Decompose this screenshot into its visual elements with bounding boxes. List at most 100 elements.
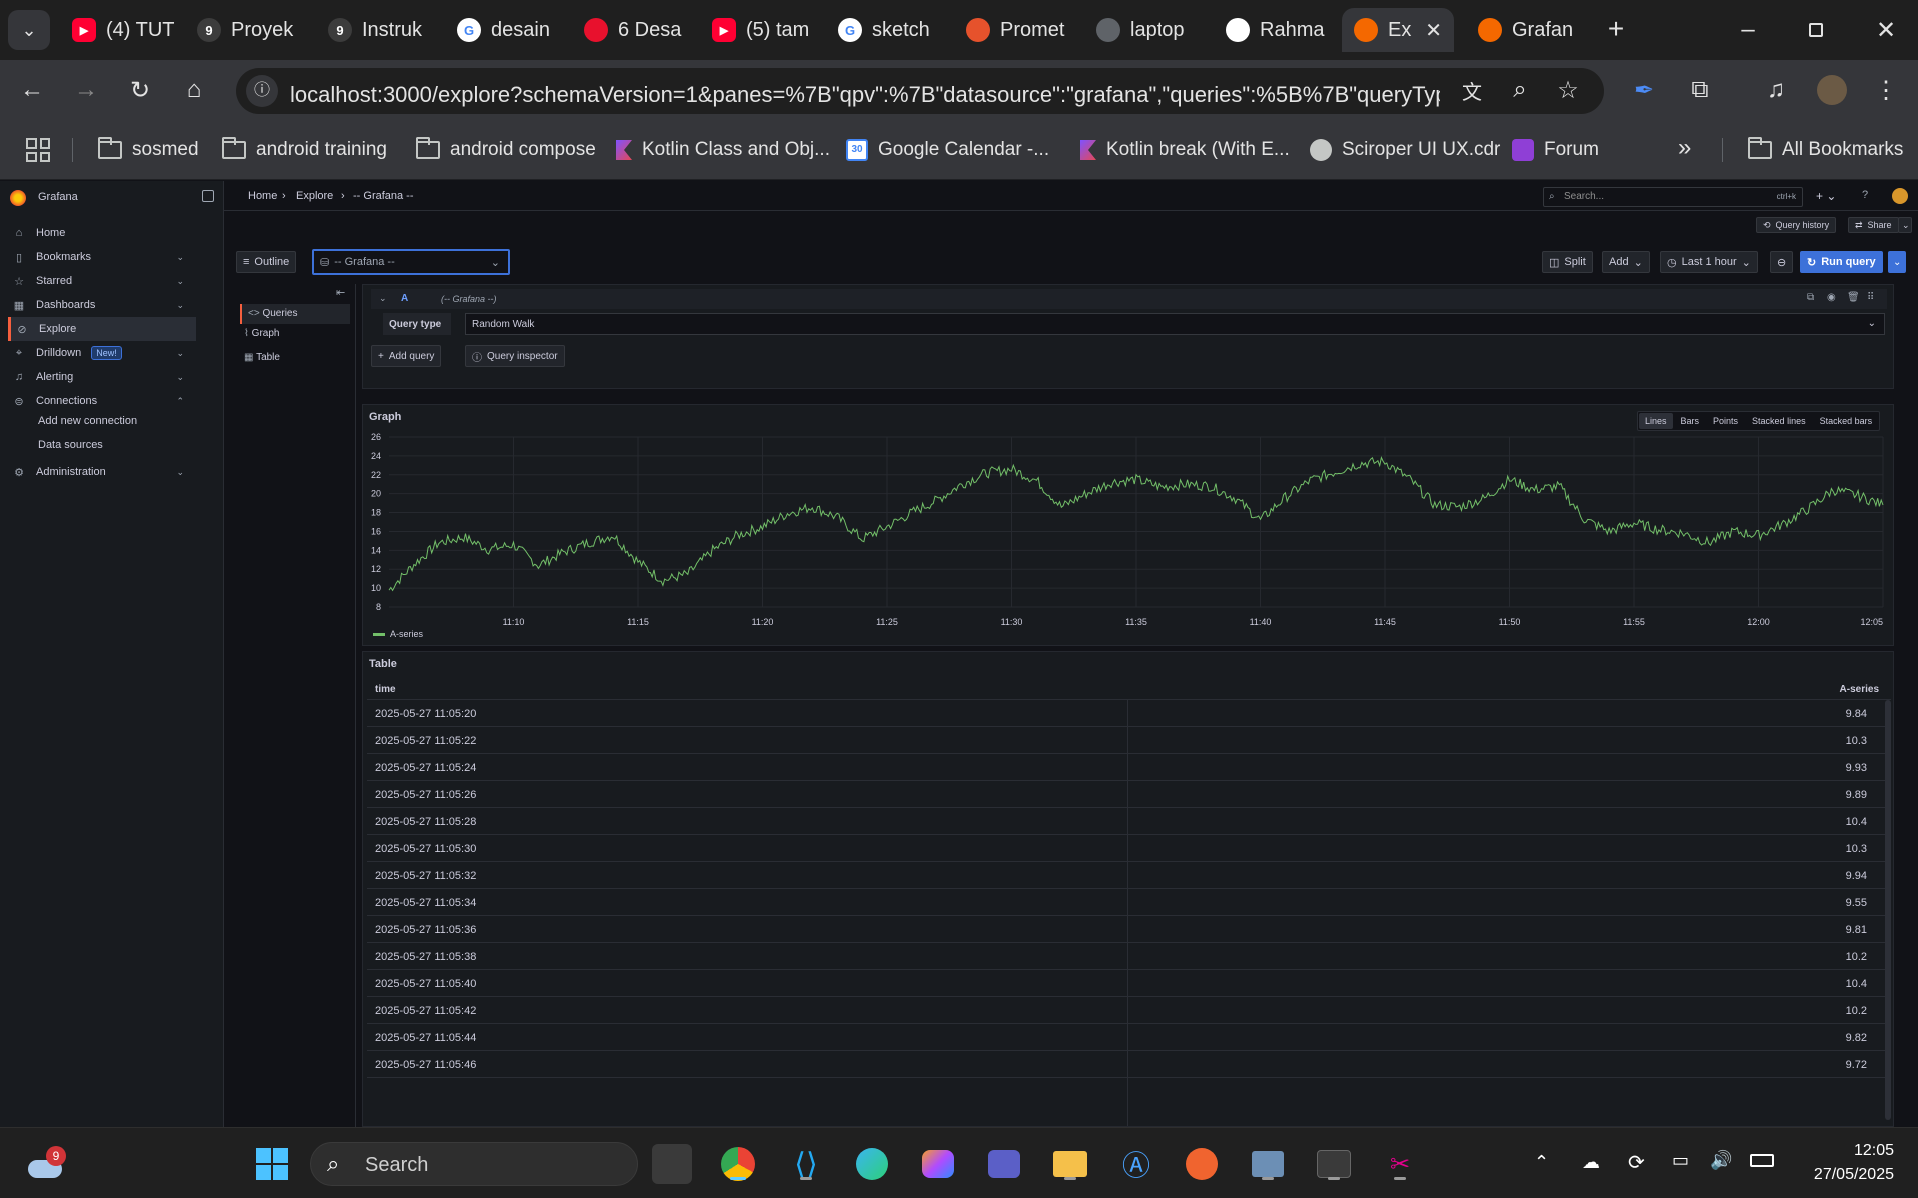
media-control-icon[interactable]: ♫ [1756, 70, 1796, 110]
hide-query-icon[interactable]: ◉ [1827, 292, 1836, 303]
browser-tab[interactable]: ▶ (5) tam [700, 8, 818, 52]
dock-menu-icon[interactable] [202, 190, 214, 202]
task-view-icon[interactable] [652, 1144, 692, 1184]
outline-item-table[interactable]: ▦ Table [244, 352, 280, 363]
chevron-down-icon[interactable]: ⌄ [176, 276, 184, 287]
query-inspector-button[interactable]: ⓘ Query inspector [465, 345, 565, 367]
table-row[interactable]: 2025-05-27 11:05:46 9.72 [367, 1051, 1887, 1078]
profile-avatar[interactable] [1812, 70, 1852, 110]
browser-tab[interactable]: laptop [1084, 8, 1206, 52]
zoom-out-button[interactable]: ⊖ [1770, 251, 1794, 273]
close-window-button[interactable]: ✕ [1866, 10, 1906, 50]
table-row[interactable]: 2025-05-27 11:05:44 9.82 [367, 1024, 1887, 1051]
minimize-button[interactable]: – [1728, 10, 1768, 50]
collapse-query-icon[interactable]: ⌄ [379, 293, 387, 304]
vscode-icon[interactable]: ⟨⟩ [786, 1144, 826, 1184]
split-button[interactable]: ◫ Split [1542, 251, 1593, 273]
chevron-down-icon[interactable]: ⌄ [176, 372, 184, 383]
sidebar-item-starred[interactable]: ☆ Starred ⌄ [8, 269, 196, 293]
battery-icon[interactable] [1750, 1154, 1774, 1167]
browser-tab[interactable]: Ex ✕ [1342, 8, 1454, 52]
query-history-button[interactable]: ⟲ Query history [1756, 217, 1837, 233]
bookmark-android-compose[interactable]: android compose [416, 136, 596, 164]
terminal-icon[interactable] [1314, 1144, 1354, 1184]
table-row[interactable]: 2025-05-27 11:05:28 10.4 [367, 808, 1887, 835]
volume-icon[interactable]: 🔊 [1710, 1150, 1732, 1171]
tab-search-button[interactable]: ⌄ [8, 10, 50, 50]
share-button[interactable]: ⇄ Share [1848, 217, 1899, 233]
time-series-chart[interactable]: 8 10 12 14 16 18 20 22 24 26 11:10 11:15 11:20 11:25 1… [363, 431, 1893, 641]
bookmark-sciroper[interactable]: Sciroper UI UX.cdr [1310, 136, 1500, 164]
sync-icon[interactable]: ⟳ [1628, 1150, 1645, 1175]
table-scrollbar[interactable] [1885, 700, 1891, 1120]
app-store-icon[interactable]: Ⓐ [1116, 1144, 1156, 1184]
sidebar-item-dashboards[interactable]: ▦ Dashboards ⌄ [8, 293, 196, 317]
table-row[interactable]: 2025-05-27 11:05:26 9.89 [367, 781, 1887, 808]
sidebar-item-administration[interactable]: ⚙ Administration ⌄ [8, 460, 196, 484]
browser-tab[interactable]: 9 Instruk [316, 8, 438, 52]
browser-tab[interactable]: Promet [954, 8, 1076, 52]
chevron-up-icon[interactable]: ⌃ [176, 396, 184, 407]
sidebar-item-home[interactable]: ⌂ Home [8, 221, 196, 245]
viz-stacked-lines-tab[interactable]: Stacked lines [1746, 413, 1812, 429]
run-query-dropdown[interactable]: ⌄ [1888, 251, 1906, 273]
back-button[interactable]: ← [12, 70, 52, 110]
run-query-button[interactable]: ↻ Run query [1800, 251, 1883, 273]
add-query-button[interactable]: + Add query [371, 345, 442, 367]
datasource-picker[interactable]: ⛁ -- Grafana -- ⌄ [312, 249, 510, 275]
drag-handle-icon[interactable]: ⠿ [1867, 292, 1874, 303]
viz-stacked-bars-tab[interactable]: Stacked bars [1814, 413, 1879, 429]
browser-tab[interactable]: 6 Desa [572, 8, 692, 52]
table-row[interactable]: 2025-05-27 11:05:42 10.2 [367, 997, 1887, 1024]
close-tab-icon[interactable]: ✕ [1425, 18, 1442, 43]
outline-toggle-button[interactable]: ≡ Outline [236, 251, 297, 273]
extension-feather-icon[interactable]: ✒ [1624, 70, 1664, 110]
zoom-icon[interactable]: ⌕ [1500, 70, 1540, 110]
table-row[interactable]: 2025-05-27 11:05:38 10.2 [367, 943, 1887, 970]
network-icon[interactable]: ▭ [1672, 1150, 1689, 1171]
home-button[interactable]: ⌂ [174, 70, 214, 110]
file-explorer-icon[interactable] [1050, 1144, 1090, 1184]
teams-icon[interactable] [984, 1144, 1024, 1184]
breadcrumb-home[interactable]: Home [248, 190, 277, 202]
viz-bars-tab[interactable]: Bars [1675, 413, 1706, 429]
site-info-icon[interactable]: ⓘ [246, 75, 278, 107]
table-header-time[interactable]: time [375, 684, 396, 695]
duplicate-query-icon[interactable]: ⧉ [1807, 292, 1814, 303]
bookmark-forum[interactable]: Forum [1512, 136, 1599, 164]
copilot-icon[interactable] [918, 1144, 958, 1184]
sidebar-item-data-sources[interactable]: Data sources [38, 439, 103, 451]
table-row[interactable]: 2025-05-27 11:05:30 10.3 [367, 835, 1887, 862]
outline-item-queries[interactable]: <> Queries [240, 304, 350, 324]
performance-monitor-icon[interactable] [1248, 1144, 1288, 1184]
outline-item-graph[interactable]: ⌇ Graph [244, 328, 279, 339]
apps-grid-icon[interactable] [26, 138, 50, 162]
sidebar-item-alerting[interactable]: ♫ Alerting ⌄ [8, 365, 196, 389]
chrome-icon[interactable] [718, 1144, 758, 1184]
query-type-select[interactable]: Random Walk ⌄ [465, 313, 1885, 335]
viz-lines-tab[interactable]: Lines [1639, 413, 1673, 429]
chevron-down-icon[interactable]: ⌄ [176, 348, 184, 359]
more-bookmarks-icon[interactable]: » [1678, 134, 1691, 162]
address-url[interactable]: localhost:3000/explore?schemaVersion=1&p… [290, 82, 1440, 108]
bookmark-kotlin-break[interactable]: Kotlin break (With E... [1080, 136, 1290, 164]
weather-widget[interactable]: 9 [28, 1146, 68, 1182]
chevron-down-icon[interactable]: ⌄ [176, 300, 184, 311]
chevron-down-icon[interactable]: ⌄ [176, 467, 184, 478]
clock-date[interactable]: 27/05/2025 [1796, 1166, 1894, 1184]
tray-overflow-icon[interactable]: ⌃ [1534, 1152, 1549, 1173]
forward-button[interactable]: → [66, 70, 106, 110]
time-range-picker[interactable]: ◷ Last 1 hour ⌄ [1660, 251, 1758, 273]
breadcrumb-explore[interactable]: Explore [296, 190, 333, 202]
delete-query-icon[interactable]: 🗑 [1847, 292, 1860, 303]
extensions-puzzle-icon[interactable]: ⧉ [1680, 70, 1720, 110]
snipping-tool-icon[interactable]: ✂ [1380, 1144, 1420, 1184]
sidebar-item-explore[interactable]: ⊘ Explore [8, 317, 196, 341]
table-row[interactable]: 2025-05-27 11:05:24 9.93 [367, 754, 1887, 781]
translate-icon[interactable]: ⽂ [1452, 70, 1492, 110]
onedrive-icon[interactable]: ☁ [1582, 1152, 1600, 1173]
restore-button[interactable] [1796, 10, 1836, 50]
clock-time[interactable]: 12:05 [1806, 1142, 1894, 1160]
query-ref-id[interactable]: A [401, 293, 408, 304]
chevron-down-icon[interactable]: ⌄ [176, 252, 184, 263]
